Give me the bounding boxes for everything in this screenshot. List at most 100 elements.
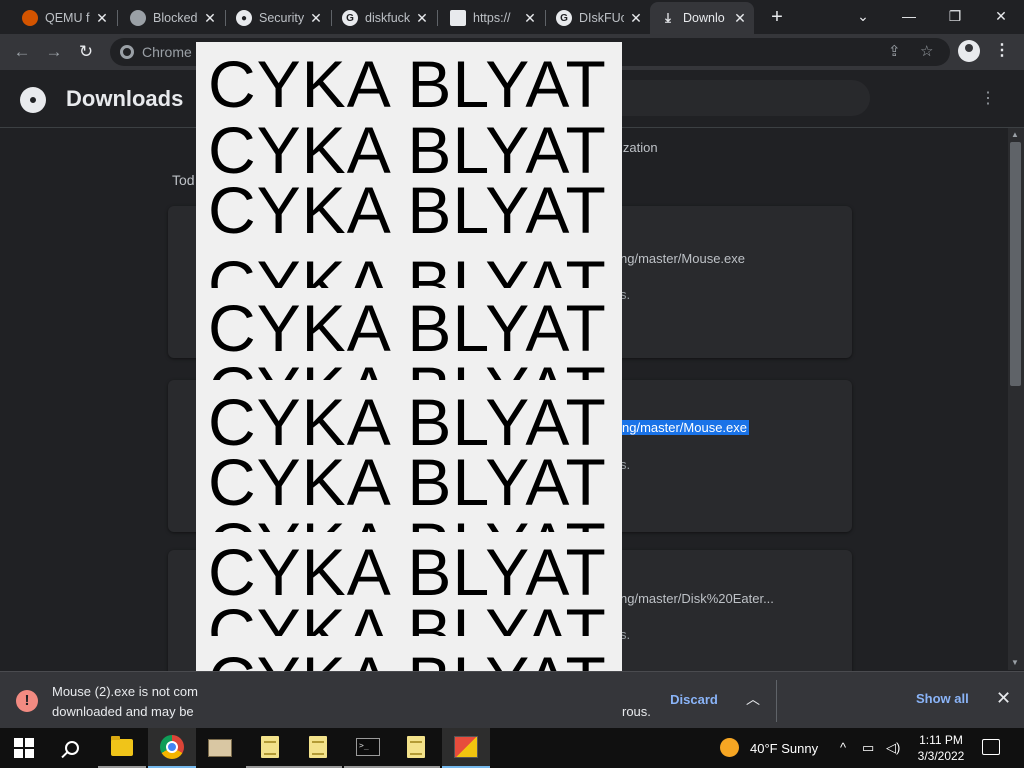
overlay-text-line: CYKA BLYAT [208,542,607,602]
overlay-text-line: CYKA BLYAT [208,360,622,380]
globe-icon [130,10,146,26]
close-icon[interactable]: ✕ [94,10,110,27]
close-icon[interactable]: ✕ [202,10,218,27]
tab-title: QEMU f [45,11,90,25]
notepad-icon [261,736,279,758]
tab-blocked[interactable]: Blocked ✕ [120,4,224,32]
shelf-warning-text: Mouse (2).exe is not com [52,684,198,699]
close-icon[interactable]: ✕ [732,10,748,27]
scroll-up-icon[interactable]: ▲ [1011,130,1019,139]
tab-title: Downlo [683,11,725,25]
app-taskbar-button[interactable] [442,728,490,768]
discard-button[interactable]: Discard [660,685,728,715]
tab-separator [437,10,438,26]
warning-icon: ! [16,690,38,712]
tab-downloads[interactable]: ⤓ Downlo ✕ [650,2,754,34]
tab-separator [117,10,118,26]
notepad-taskbar-button[interactable] [246,728,294,768]
back-button[interactable]: ← [10,40,34,64]
shelf-divider [776,680,777,722]
search-button[interactable] [48,728,96,768]
overlay-text-line: CYKA BLYAT [208,54,607,114]
tab-qemu[interactable]: QEMU f ✕ [12,4,116,32]
download-url-selected[interactable]: ng/master/Mouse.exe [620,420,750,435]
download-shelf: ! Mouse (2).exe is not com downloaded an… [0,671,1024,728]
clock[interactable]: 1:11 PM 3/3/2022 [916,732,966,764]
sun-icon [720,738,739,757]
close-icon[interactable]: ✕ [522,10,538,27]
close-window-button[interactable]: ✕ [978,4,1024,28]
chrome-logo-icon [20,87,46,113]
notepad-icon [407,736,425,758]
site-icon [450,10,466,26]
weather-widget[interactable]: 40°F Sunny [750,741,818,756]
notepad-taskbar-button[interactable] [294,728,342,768]
download-url[interactable]: ng/master/Mouse.exe [620,251,745,266]
start-button[interactable] [0,728,48,768]
overlay-text-line: CYKA BLYAT [208,452,607,512]
file-explorer-button[interactable] [98,728,146,768]
chrome-taskbar-button[interactable] [148,728,196,768]
app-taskbar-button[interactable] [196,728,244,768]
forward-button[interactable]: → [42,40,66,64]
reload-button[interactable]: ↻ [74,40,98,64]
download-icon: ⤓ [665,10,671,25]
notification-icon[interactable] [982,739,1000,755]
glitch-overlay-window: CYKA BLYAT CYKA BLYAT CYKA BLYAT CYKA BL… [196,42,622,715]
show-all-button[interactable]: Show all [916,691,969,706]
search-icon [65,741,79,755]
close-shelf-icon[interactable]: ✕ [996,688,1011,709]
share-icon[interactable]: ⇪ [888,42,901,60]
notice-text: ization [620,140,658,155]
chrome-icon [120,45,134,59]
overlay-text-line: CYKA BLYAT [208,516,622,532]
tab-strip: QEMU f ✕ Blocked ✕ ● Security ✕ G diskfu… [0,0,1024,34]
download-url[interactable]: ng/master/Disk%20Eater... [620,591,774,606]
notepad-taskbar-button[interactable] [392,728,440,768]
notepad-icon [309,736,327,758]
volume-icon[interactable]: ◁) [886,740,900,756]
clock-time: 1:11 PM [919,733,963,747]
scrollbar-thumb[interactable] [1010,142,1021,386]
screen: QEMU f ✕ Blocked ✕ ● Security ✕ G diskfu… [0,0,1024,768]
tab-diskfuc[interactable]: G DIskFUc ✕ [546,4,650,32]
tab-search-button[interactable]: ⌄ [840,4,886,28]
network-icon[interactable]: ▭ [862,740,874,756]
folder-icon [111,735,133,756]
tab-diskfuck[interactable]: G diskfuck ✕ [332,4,436,32]
qemu-icon [22,10,38,26]
address-text: Chrome [142,44,192,60]
tab-https[interactable]: https:// ✕ [440,4,544,32]
restore-button[interactable]: ❐ [932,4,978,28]
windows-taskbar: >_ 40°F Sunny ^ ▭ ◁) 1:11 PM 3/3/2022 [0,728,1024,768]
overlay-text-line: CYKA BLYAT [208,298,607,358]
tab-title: Blocked [153,11,198,25]
star-icon[interactable]: ☆ [920,42,933,60]
chevron-up-icon[interactable]: ︿ [742,689,764,709]
app-icon [454,736,478,758]
new-tab-button[interactable]: + [766,6,788,28]
profile-avatar[interactable] [958,40,980,62]
app-icon [208,739,232,757]
tab-security[interactable]: ● Security ✕ [226,4,330,32]
page-title: Downloads [66,86,184,111]
overlay-text-line: CYKA BLYAT [208,392,607,452]
section-today-label: Tod [172,172,195,188]
minimize-button[interactable]: — [886,4,932,28]
overlay-text-line: CYKA BLYAT [208,254,622,288]
chevron-up-icon[interactable]: ^ [840,740,846,755]
chrome-icon [160,735,184,759]
terminal-taskbar-button[interactable]: >_ [344,728,392,768]
tab-title: DIskFUc [579,11,624,25]
close-icon[interactable]: ✕ [414,10,430,27]
tab-title: diskfuck [365,11,410,25]
downloads-menu-icon[interactable]: ⋮ [980,88,996,108]
scroll-down-icon[interactable]: ▼ [1011,658,1019,667]
google-icon: G [342,10,358,26]
windows-logo-icon [14,738,34,758]
terminal-icon: >_ [356,738,380,756]
menu-icon[interactable]: ⋮ [992,40,1012,62]
shelf-warning-text-end: rous. [622,704,651,719]
close-icon[interactable]: ✕ [628,10,644,27]
close-icon[interactable]: ✕ [308,10,324,27]
